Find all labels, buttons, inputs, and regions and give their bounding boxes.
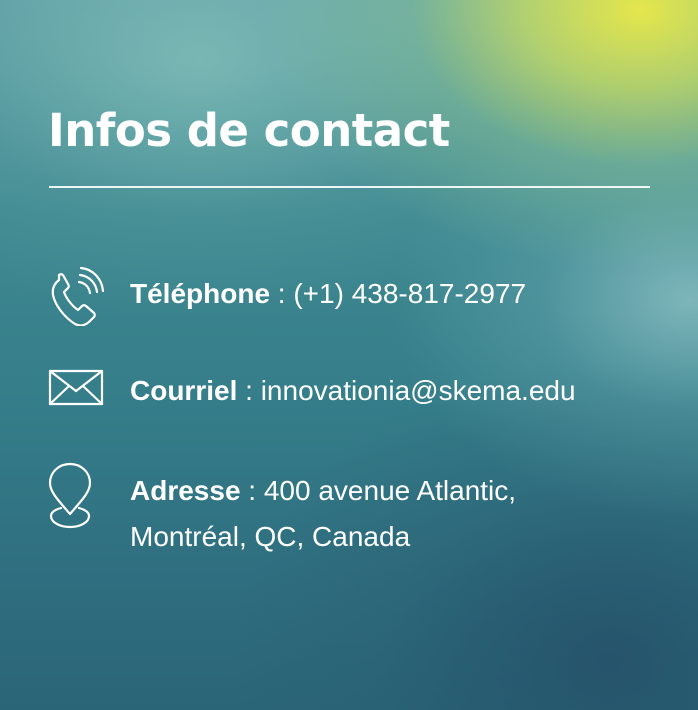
map-pin-icon: [48, 462, 104, 529]
address-line-2: Montréal, QC, Canada: [130, 521, 411, 552]
email-label: Courriel: [130, 375, 238, 406]
address-line-1: 400 avenue Atlantic,: [263, 475, 517, 506]
phone-icon: [48, 266, 104, 326]
phone-number-link[interactable]: (+1) 438-817-2977: [293, 278, 526, 309]
address-text: Adresse : 400 avenue Atlantic, Montréal,…: [130, 468, 516, 560]
page-title: Infos de contact: [48, 104, 450, 157]
email-separator: :: [237, 375, 261, 406]
contact-info-card: Infos de contact Téléphone : (+1) 438-81…: [0, 0, 698, 710]
phone-text: Téléphone : (+1) 438-817-2977: [130, 271, 526, 317]
address-separator: :: [240, 475, 264, 506]
phone-label: Téléphone: [130, 278, 271, 309]
envelope-icon: [48, 368, 104, 428]
email-text: Courriel : innovationia@skema.edu: [130, 368, 576, 414]
phone-separator: :: [270, 278, 294, 309]
address-label: Adresse: [130, 475, 241, 506]
email-address-link[interactable]: innovationia@skema.edu: [261, 375, 576, 406]
title-divider: [49, 186, 650, 188]
